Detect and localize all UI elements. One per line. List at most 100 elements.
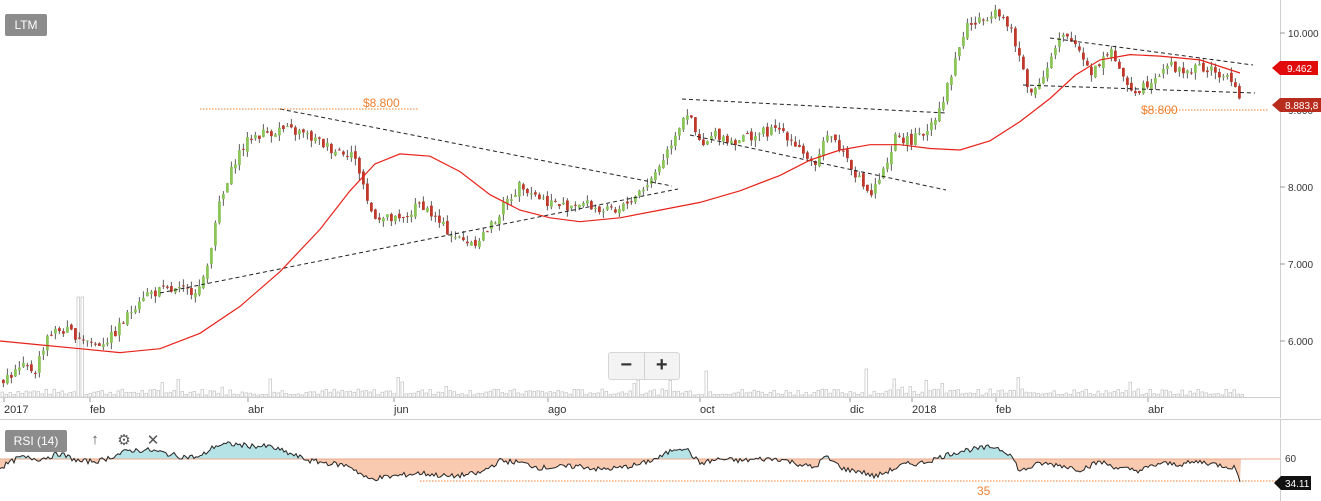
candle <box>818 148 821 168</box>
candle <box>830 135 833 143</box>
candle <box>182 279 185 292</box>
candle-body <box>138 301 141 310</box>
candle-body <box>454 237 457 239</box>
candle <box>278 122 281 141</box>
candle-body <box>1146 81 1149 88</box>
volume-bar <box>752 389 756 398</box>
candle-body <box>70 324 73 330</box>
volume-bar <box>388 390 392 398</box>
candle-body <box>14 369 17 377</box>
last-price-tag: 8.883,8 <box>1285 101 1319 112</box>
candle-body <box>326 142 329 147</box>
candle-body <box>1214 67 1217 73</box>
candle-body <box>470 242 473 246</box>
candle <box>782 123 785 133</box>
ticker-badge[interactable]: LTM <box>5 14 47 36</box>
candle-body <box>498 216 501 225</box>
zoom-out-button[interactable]: − <box>609 353 644 379</box>
x-tick-label: feb <box>996 404 1011 416</box>
candle <box>654 169 657 184</box>
candle <box>30 360 33 374</box>
candle-body <box>850 160 853 170</box>
candle <box>418 201 421 208</box>
candle-body <box>262 129 265 137</box>
candle-body <box>206 265 209 279</box>
volume-bar <box>588 392 592 398</box>
volume-bar <box>560 391 564 398</box>
candle-body <box>558 204 561 207</box>
volume-bar <box>140 390 144 398</box>
close-icon[interactable]: ✕ <box>144 431 162 449</box>
volume-bar <box>260 394 264 398</box>
gear-icon[interactable]: ⚙ <box>115 431 133 449</box>
volume-bar <box>52 388 56 398</box>
candle <box>242 143 245 157</box>
volume-bar <box>132 391 136 398</box>
candle <box>138 297 141 314</box>
candle-body <box>1078 46 1081 51</box>
candle-body <box>694 117 697 132</box>
candle <box>646 178 649 191</box>
candle <box>470 240 473 246</box>
zoom-in-button[interactable]: + <box>645 353 680 379</box>
candle-body <box>578 204 581 208</box>
candle <box>410 210 413 223</box>
trend-line <box>681 98 947 114</box>
candle-body <box>358 158 361 174</box>
candle-body <box>618 209 621 214</box>
candle-body <box>594 207 597 209</box>
volume-bar <box>916 393 920 398</box>
candle <box>866 184 869 193</box>
candle <box>790 134 793 146</box>
candle-body <box>758 133 761 135</box>
candle <box>1086 57 1089 67</box>
candle-body <box>774 125 777 128</box>
candle <box>546 191 549 211</box>
candle-body <box>606 206 609 210</box>
candle-body <box>878 179 881 184</box>
candle-body <box>458 236 461 238</box>
candle-body <box>382 218 385 222</box>
candle <box>154 287 157 303</box>
volume-bar <box>580 389 584 398</box>
candle <box>38 351 41 378</box>
candle <box>966 18 969 41</box>
rsi-indicator-label[interactable]: RSI (14) <box>5 430 67 452</box>
candle-body <box>1042 77 1045 84</box>
candle <box>482 227 485 242</box>
candle <box>554 198 557 203</box>
candle <box>1026 68 1029 93</box>
volume-bar <box>940 383 944 398</box>
volume-bar <box>224 394 228 398</box>
volume-bar <box>736 391 740 398</box>
candle <box>1078 42 1081 53</box>
candle-body <box>142 297 145 302</box>
candle-body <box>1234 82 1237 87</box>
candle <box>922 133 925 141</box>
candle-body <box>862 173 865 187</box>
candle <box>1038 78 1041 90</box>
arrow-up-icon[interactable]: ↑ <box>86 431 104 448</box>
candle <box>294 125 297 141</box>
candle-body <box>974 22 977 25</box>
candle <box>474 236 477 249</box>
volume-bar <box>720 393 724 398</box>
candle-body <box>394 215 397 222</box>
candle <box>50 331 53 337</box>
volume-bar <box>1088 393 1092 398</box>
candle-body <box>718 128 721 140</box>
volume-bar <box>968 392 972 398</box>
zoom-controls: − + <box>608 352 680 380</box>
volume-bar <box>1060 394 1064 398</box>
volume-bar <box>268 378 272 398</box>
candle-body <box>722 136 725 142</box>
candle-body <box>822 140 825 157</box>
candle-body <box>782 128 785 131</box>
volume-bar <box>328 391 332 398</box>
candle <box>610 203 613 210</box>
price-chart[interactable]: $8.800 $8.800 6.0007.0008.0009.00010.000… <box>0 0 1321 501</box>
candle-body <box>530 193 533 195</box>
candle-body <box>1050 56 1053 68</box>
candle-body <box>910 133 913 145</box>
candle-body <box>2 379 5 384</box>
